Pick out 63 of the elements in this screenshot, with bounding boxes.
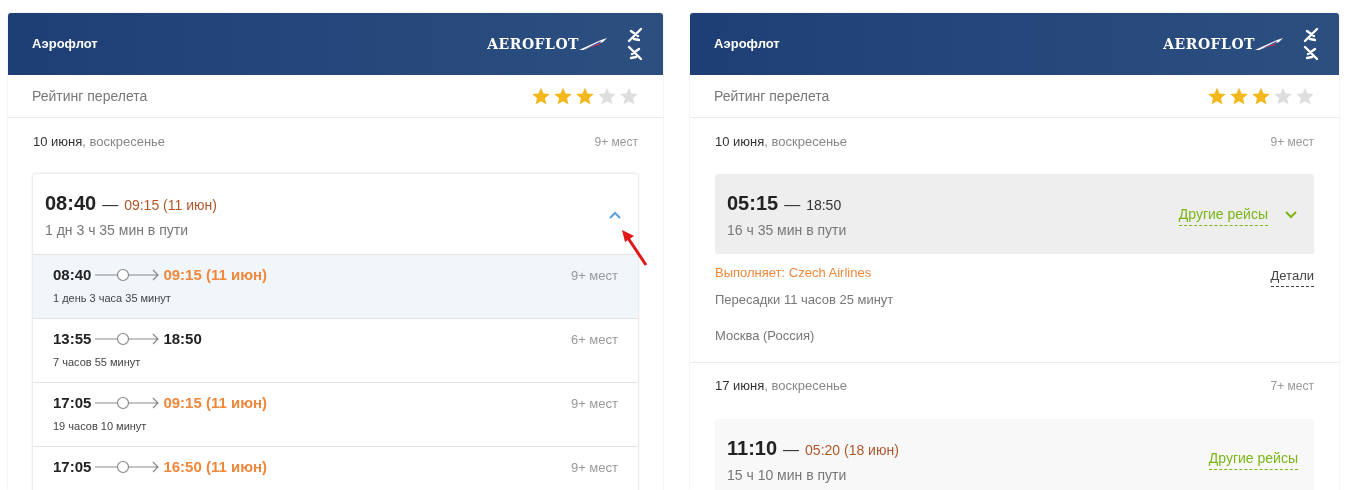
flight-date: 10 июня, воскресенье [33, 132, 166, 151]
travel-time: 1 дн 3 ч 35 мин в пути [45, 221, 189, 240]
transfer-info: Пересадки 11 часов 25 минут [715, 290, 895, 309]
flight-card[interactable]: 11:10 — 05:20 (18 июн) 15 ч 10 мин в пути Другие рейсы [715, 418, 1314, 490]
seats-count: 6+ мест [570, 330, 618, 349]
seats-count: 9+ мест [1270, 133, 1314, 151]
star-icon [1273, 86, 1293, 106]
details-link[interactable]: Детали [1270, 266, 1314, 287]
airline-logo: AEROFLOT [487, 33, 607, 55]
seats-count: 9+ мест [570, 394, 618, 413]
arrival-time: 18:50 [163, 329, 202, 349]
arrival-time: 09:15 (11 июн) [163, 265, 267, 285]
seats-count: 9+ мест [594, 133, 638, 151]
flight-duration: 19 часов 10 минут [53, 418, 148, 434]
departure-time: 13:55 [53, 329, 92, 349]
airline-name: Аэрофлот [32, 35, 98, 54]
star-icon [1251, 86, 1271, 106]
departure-time: 08:40 [53, 265, 92, 285]
arrival-time: 16:50 (11 июн) [163, 457, 267, 477]
arrival-time: 09:15 (11 июн) [163, 393, 267, 413]
star-icon [575, 86, 595, 106]
chevron-down-icon[interactable] [1284, 209, 1298, 220]
airline-name: Аэрофлот [714, 35, 780, 54]
dash-separator: — [784, 195, 801, 215]
seats-count: 9+ мест [570, 266, 618, 285]
annotation-arrow [620, 228, 650, 268]
flight-duration: 7 часов 55 минут [53, 354, 142, 370]
airline-logo: AEROFLOT [1163, 33, 1283, 55]
star-icon [1295, 86, 1315, 106]
flight-card[interactable]: 05:15 — 18:50 16 ч 35 мин в пути Другие рейсы [715, 174, 1314, 254]
departure-time: 05:15 [727, 191, 779, 216]
star-icon [1229, 86, 1249, 106]
star-icon [619, 86, 639, 106]
flight-option[interactable]: 17:05 09:15 (11 июн) 9+ мест 19 часов 10 минут [33, 382, 638, 446]
arrival-time: 18:50 [806, 196, 842, 215]
flight-card[interactable] [33, 174, 638, 490]
departure-time: 08:40 [45, 191, 97, 216]
city-name: Москва (Россия) [715, 327, 816, 345]
dash-separator: — [783, 439, 800, 460]
chevron-up-icon[interactable] [608, 209, 622, 220]
rating-label: Рейтинг перелета [714, 86, 830, 106]
flight-date: 10 июня, воскресенье [715, 132, 848, 151]
seats-count: 9+ мест [570, 458, 618, 477]
flight-option[interactable]: 08:40 09:15 (11 июн) 9+ мест 1 день 3 часа 35 минут [33, 254, 638, 318]
travel-time: 15 ч 10 мин в пути [727, 465, 848, 485]
flight-duration: 1 день 3 часа 35 минут [53, 290, 172, 306]
flight-option[interactable]: 13:55 18:50 6+ мест 7 часов 55 минут [33, 318, 638, 382]
departure-time: 17:05 [53, 393, 92, 413]
travel-time: 16 ч 35 мин в пути [727, 221, 847, 240]
star-icon [531, 86, 551, 106]
star-icon [553, 86, 573, 106]
seats-count: 7+ мест [1270, 378, 1314, 395]
departure-time: 17:05 [53, 457, 92, 477]
operator-label: Выполняет: Czech Airlines [715, 264, 872, 282]
arrival-time: 05:20 (18 июн) [805, 440, 899, 460]
flight-date: 17 июня, воскресенье [715, 377, 848, 396]
star-icon [1207, 86, 1227, 106]
dash-separator: — [102, 195, 119, 215]
flight-option[interactable]: 17:05 16:50 (11 июн) 9+ мест [33, 446, 638, 490]
arrival-time: 09:15 (11 июн) [124, 196, 217, 215]
rating-label: Рейтинг перелета [32, 86, 148, 106]
star-icon [597, 86, 617, 106]
departure-time: 11:10 [727, 435, 778, 461]
